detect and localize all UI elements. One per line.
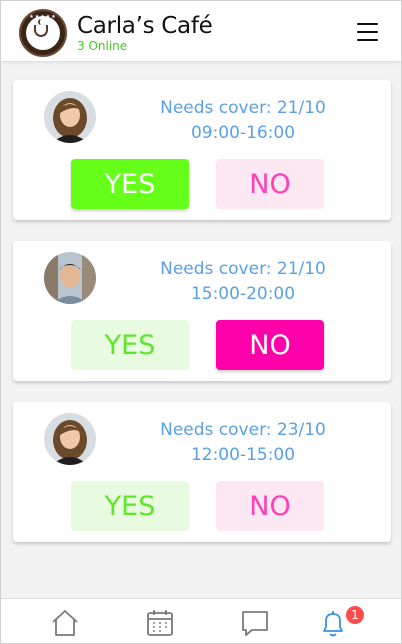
no-button[interactable]: NO bbox=[216, 159, 324, 209]
yes-button[interactable]: YES bbox=[71, 481, 189, 531]
chat-icon[interactable] bbox=[239, 607, 271, 639]
cafe-logo-icon: ★★★★★ bbox=[19, 9, 67, 57]
online-status: 3 Online bbox=[77, 39, 128, 53]
calendar-icon[interactable] bbox=[144, 607, 176, 639]
cover-request-time: 15:00-20:00 bbox=[190, 284, 296, 304]
cover-request-card: Needs cover: 23/10 12:00-15:00 YES NO bbox=[13, 402, 391, 542]
cover-request-time: 12:00-15:00 bbox=[190, 445, 296, 465]
no-button[interactable]: NO bbox=[216, 320, 324, 370]
man-avatar bbox=[44, 252, 96, 304]
app-header: ★★★★★ Carla’s Café 3 Online bbox=[1, 1, 401, 61]
page-title: Carla’s Café bbox=[77, 13, 213, 39]
woman-avatar bbox=[44, 91, 96, 143]
yes-button[interactable]: YES bbox=[71, 159, 189, 209]
cover-request-card: Needs cover: 21/10 15:00-20:00 YES NO bbox=[13, 241, 391, 381]
cover-request-label: Needs cover: 21/10 bbox=[160, 259, 326, 279]
notification-badge: 1 bbox=[346, 606, 364, 624]
cover-request-label: Needs cover: 21/10 bbox=[160, 98, 326, 118]
hamburger-menu-icon[interactable] bbox=[357, 23, 378, 41]
bottom-nav bbox=[1, 598, 401, 643]
bell-icon[interactable] bbox=[317, 607, 349, 639]
cover-request-time: 09:00-16:00 bbox=[190, 123, 296, 143]
woman-avatar bbox=[44, 413, 96, 465]
yes-button[interactable]: YES bbox=[71, 320, 189, 370]
home-icon[interactable] bbox=[49, 607, 81, 639]
no-button[interactable]: NO bbox=[216, 481, 324, 531]
app-frame: ★★★★★ Carla’s Café 3 Online Needs cover:… bbox=[0, 0, 402, 644]
cover-request-card: Needs cover: 21/10 09:00-16:00 YES NO bbox=[13, 80, 391, 220]
cover-request-label: Needs cover: 23/10 bbox=[160, 420, 326, 440]
